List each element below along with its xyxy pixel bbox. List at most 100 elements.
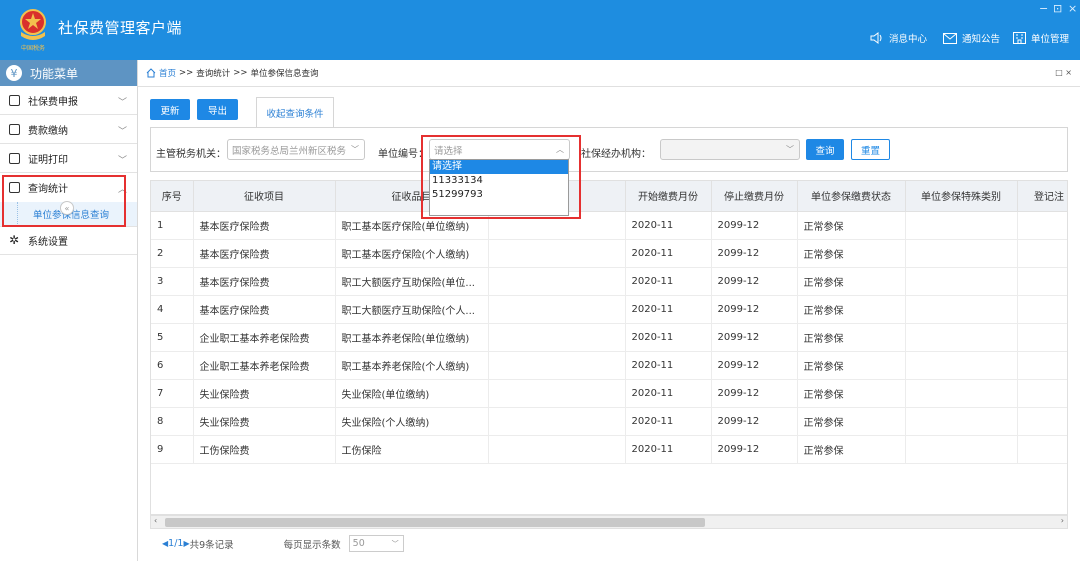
table-row[interactable]: 8 失业保险费 失业保险(个人缴纳) 2020-11 2099-12 正常参保: [151, 407, 1067, 436]
dropdown-option[interactable]: 请选择: [430, 160, 568, 174]
table-cell: 基本医疗保险费: [193, 239, 336, 268]
table-row[interactable]: 3 基本医疗保险费 职工大额医疗互助保险(单位... 2020-11 2099-12 正常…: [151, 267, 1067, 296]
table-cell: 基本医疗保险费: [193, 211, 336, 240]
table-cell: 3: [151, 267, 194, 296]
close-window-button[interactable]: ×: [1068, 2, 1077, 15]
reset-button[interactable]: 重置: [851, 139, 890, 160]
breadcrumb-separator: >>: [233, 68, 248, 78]
sidebar-item-declaration[interactable]: 社保费申报 ﹀: [0, 86, 137, 115]
sidebar: ¥ 功能菜单 社保费申报 ﹀ 费款缴纳 ﹀ 证明打印 ﹀ 查询统计 ︿ 单位参保…: [0, 60, 138, 561]
sidebar-item-label: 证明打印: [28, 154, 68, 166]
column-header[interactable]: 序号: [151, 181, 194, 212]
table-cell: 2020-11: [625, 379, 712, 408]
message-center-link[interactable]: 消息中心: [870, 31, 927, 45]
table-cell: 基本医疗保险费: [193, 267, 336, 296]
table-row[interactable]: 2 基本医疗保险费 职工基本医疗保险(个人缴纳) 2020-11 2099-12 正常参保: [151, 239, 1067, 268]
unit-management-link[interactable]: 单位管理: [1013, 31, 1069, 45]
table-cell: 2099-12: [711, 323, 798, 352]
table-row[interactable]: 1 基本医疗保险费 职工基本医疗保险(单位缴纳) 2020-11 2099-12 正常参保: [151, 211, 1067, 240]
sidebar-item-print[interactable]: 证明打印 ﹀: [0, 144, 137, 173]
chart-icon: [9, 182, 20, 193]
dropdown-option[interactable]: 11333134: [430, 174, 568, 188]
table-cell: 2020-11: [625, 323, 712, 352]
collapse-sidebar-button[interactable]: «: [60, 201, 74, 215]
query-button[interactable]: 查询: [806, 139, 844, 160]
unit-number-select[interactable]: 请选择 ︿: [429, 139, 570, 160]
maximize-button[interactable]: ⊡: [1053, 2, 1062, 15]
notice-link[interactable]: 通知公告: [943, 31, 1000, 45]
table-cell: 2020-11: [625, 351, 712, 380]
chevron-down-icon: ﹀: [391, 539, 399, 548]
title-bar: 中国税务 社保费管理客户端 − ⊡ × 消息中心 通知公告 单位管理: [0, 0, 1080, 60]
horizontal-scrollbar[interactable]: ‹ ›: [150, 515, 1068, 529]
breadcrumb: 首页 >> 查询统计 >> 单位参保信息查询 □ ×: [138, 60, 1080, 87]
column-header[interactable]: 单位参保特殊类别: [905, 181, 1018, 212]
table-cell: [905, 379, 1018, 408]
table-cell: [905, 239, 1018, 268]
table-cell: [488, 239, 626, 268]
dropdown-option[interactable]: 51299793: [430, 188, 568, 202]
table-cell: [1017, 295, 1067, 324]
table-row[interactable]: 9 工伤保险费 工伤保险 2020-11 2099-12 正常参保: [151, 435, 1067, 464]
export-button[interactable]: 导出: [197, 99, 238, 120]
table-cell: 基本医疗保险费: [193, 295, 336, 324]
per-page-value: 50: [352, 538, 365, 549]
table-cell: [905, 211, 1018, 240]
table-cell: 职工基本养老保险(单位缴纳): [335, 323, 489, 352]
table-cell: 职工大额医疗互助保险(个人...: [335, 295, 489, 324]
agency-select[interactable]: ﹀: [660, 139, 800, 160]
chevron-up-icon: ︿: [556, 145, 564, 154]
home-icon: [146, 68, 156, 78]
table-cell: 5: [151, 323, 194, 352]
sidebar-item-label: 社保费申报: [28, 96, 78, 108]
table-cell: 企业职工基本养老保险费: [193, 351, 336, 380]
table-row[interactable]: 4 基本医疗保险费 职工大额医疗互助保险(个人... 2020-11 2099-12 正常…: [151, 295, 1067, 324]
card-icon: [9, 123, 20, 135]
table-cell: 6: [151, 351, 194, 380]
app-title: 社保费管理客户端: [58, 19, 183, 37]
table-row[interactable]: 6 企业职工基本养老保险费 职工基本养老保险(个人缴纳) 2020-11 2099-12…: [151, 351, 1067, 380]
column-header[interactable]: 停止缴费月份: [711, 181, 798, 212]
sidebar-item-payment[interactable]: 费款缴纳 ﹀: [0, 115, 137, 144]
table-cell: 正常参保: [797, 407, 906, 436]
column-header[interactable]: 开始缴费月份: [625, 181, 712, 212]
refresh-button[interactable]: 更新: [150, 99, 190, 120]
sidebar-item-query[interactable]: 查询统计 ︿: [0, 173, 137, 202]
table-row[interactable]: 7 失业保险费 失业保险(单位缴纳) 2020-11 2099-12 正常参保: [151, 379, 1067, 408]
table-cell: 正常参保: [797, 323, 906, 352]
unit-number-label: 单位编号：: [378, 149, 428, 160]
scrollbar-thumb[interactable]: [165, 518, 705, 527]
breadcrumb-home[interactable]: 首页: [159, 67, 176, 79]
tax-office-select[interactable]: 国家税务总局兰州新区税务 ﹀: [227, 139, 365, 160]
table-cell: [905, 351, 1018, 380]
table-cell: 2099-12: [711, 239, 798, 268]
message-center-label: 消息中心: [889, 34, 928, 45]
tab-toggle-conditions[interactable]: 收起查询条件: [256, 97, 334, 127]
scroll-left-icon[interactable]: ‹: [154, 516, 157, 525]
per-page-select[interactable]: 50 ﹀: [348, 535, 404, 552]
tab-window-controls[interactable]: □ ×: [1055, 68, 1072, 77]
table-cell: 正常参保: [797, 379, 906, 408]
table-cell: 2: [151, 239, 194, 268]
sidebar-item-settings[interactable]: ✲ 系统设置: [0, 226, 137, 255]
table-cell: 失业保险(个人缴纳): [335, 407, 489, 436]
minimize-button[interactable]: −: [1039, 2, 1048, 15]
table-cell: [488, 323, 626, 352]
column-header[interactable]: 征收项目: [193, 181, 336, 212]
table-cell: 工伤保险费: [193, 435, 336, 464]
table-cell: [1017, 239, 1067, 268]
breadcrumb-level1: 查询统计: [196, 69, 231, 79]
table-cell: [905, 435, 1018, 464]
column-header[interactable]: 单位参保缴费状态: [797, 181, 906, 212]
breadcrumb-separator: >>: [179, 68, 194, 78]
table-cell: [1017, 211, 1067, 240]
table-cell: [905, 295, 1018, 324]
column-header[interactable]: 登记注: [1017, 181, 1067, 212]
table-cell: 2099-12: [711, 407, 798, 436]
scroll-right-icon[interactable]: ›: [1061, 516, 1064, 525]
sidebar-header: ¥ 功能菜单: [0, 60, 137, 86]
table-cell: 4: [151, 295, 194, 324]
table-cell: 9: [151, 435, 194, 464]
table-row[interactable]: 5 企业职工基本养老保险费 职工基本养老保险(单位缴纳) 2020-11 2099-12…: [151, 323, 1067, 352]
tax-office-label: 主管税务机关：: [156, 149, 226, 160]
